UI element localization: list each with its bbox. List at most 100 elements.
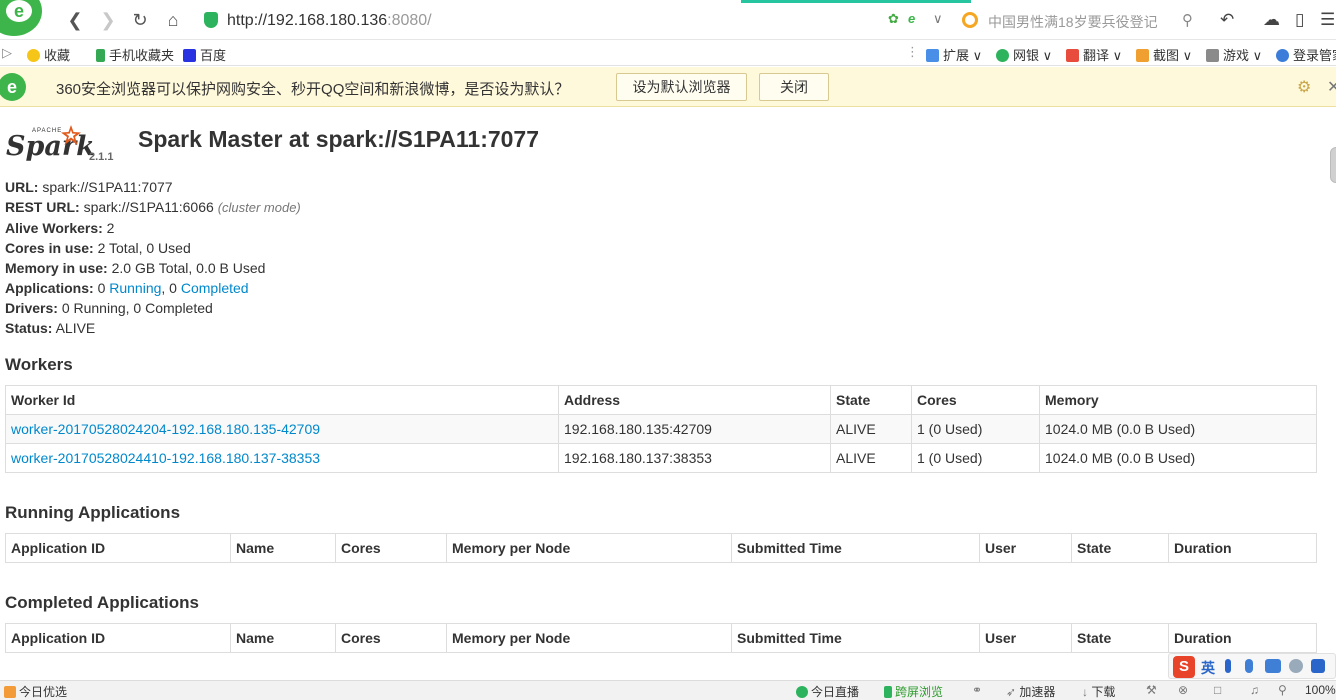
- col-application-id[interactable]: Application ID: [5, 533, 231, 563]
- status-accelerator[interactable]: ➶ 加速器: [1006, 683, 1055, 700]
- address-input[interactable]: http://192.168.180.136:8080/: [200, 8, 920, 34]
- spark-star-icon: [61, 125, 81, 145]
- status-download[interactable]: ↓ 下载: [1082, 683, 1115, 700]
- punctuation-icon[interactable]: [1225, 659, 1231, 673]
- running-apps-link[interactable]: Running: [109, 280, 161, 296]
- star-icon: [27, 49, 40, 62]
- ext-screenshot[interactable]: 截图 ∨: [1136, 45, 1192, 64]
- worker-id-link[interactable]: worker-20170528024410-192.168.180.137-38…: [11, 450, 320, 466]
- status-volume-icon[interactable]: ♫: [1250, 683, 1259, 697]
- sogou-ime-icon[interactable]: S: [1173, 656, 1195, 678]
- worker-memory: 1024.0 MB (0.0 B Used): [1039, 414, 1317, 444]
- worker-id-link[interactable]: worker-20170528024204-192.168.180.135-42…: [11, 421, 320, 437]
- status-history-icon[interactable]: ⚭: [972, 683, 982, 697]
- col-submitted-time[interactable]: Submitted Time: [731, 533, 980, 563]
- status-today-picks[interactable]: 今日优选: [4, 683, 67, 700]
- col-memory-per-node[interactable]: Memory per Node: [446, 533, 732, 563]
- col-submitted-time[interactable]: Submitted Time: [731, 623, 980, 653]
- page-scroll-handle[interactable]: [1330, 147, 1336, 183]
- col-cores[interactable]: Cores: [335, 533, 447, 563]
- worker-state: ALIVE: [830, 443, 912, 473]
- page-title: Spark Master at spark://S1PA11:7077: [138, 126, 540, 152]
- status-ie-icon[interactable]: ⊗: [1178, 683, 1188, 697]
- skin-icon[interactable]: [1311, 659, 1325, 673]
- worker-state: ALIVE: [830, 414, 912, 444]
- status-live[interactable]: 今日直播: [796, 683, 859, 700]
- notice-message: 360安全浏览器可以保护网购安全、秒开QQ空间和新浪微博，是否设为默认？: [56, 81, 570, 98]
- search-icon[interactable]: ⚲: [1182, 11, 1193, 29]
- status-cross-screen[interactable]: 跨屏浏览: [884, 683, 943, 700]
- col-state[interactable]: State: [830, 385, 912, 415]
- status-zoom-level[interactable]: 100%: [1305, 683, 1336, 697]
- table-row: worker-20170528024410-192.168.180.137-38…: [5, 443, 1317, 473]
- ext-login-manager[interactable]: 登录管家: [1276, 45, 1336, 64]
- keyboard-icon[interactable]: [1265, 659, 1281, 673]
- home-icon[interactable]: ⌂: [162, 9, 184, 31]
- col-name[interactable]: Name: [230, 533, 336, 563]
- col-name[interactable]: Name: [230, 623, 336, 653]
- search-box[interactable]: 中国男性满18岁要兵役登记 ⚲: [956, 8, 1204, 34]
- ime-toolbar[interactable]: S 英: [1168, 653, 1336, 679]
- col-worker-id[interactable]: Worker Id: [5, 385, 559, 415]
- col-duration[interactable]: Duration: [1168, 623, 1317, 653]
- col-duration[interactable]: Duration: [1168, 533, 1317, 563]
- url-row: URL: spark://S1PA11:7077: [5, 179, 173, 195]
- bookmarks-separator: ⋮: [906, 44, 919, 59]
- netbank-icon: [996, 49, 1009, 62]
- forward-icon[interactable]: ❯: [97, 9, 119, 31]
- dropdown-icon[interactable]: ∨: [933, 11, 943, 27]
- running-apps-title: Running Applications: [5, 503, 181, 522]
- translate-icon: [1066, 49, 1079, 62]
- ie-mode-icon[interactable]: e: [908, 11, 915, 26]
- gear-icon[interactable]: ⚙: [1297, 77, 1311, 97]
- col-state[interactable]: State: [1071, 533, 1169, 563]
- security-shield-icon: [204, 12, 218, 28]
- col-memory[interactable]: Memory: [1039, 385, 1317, 415]
- col-user[interactable]: User: [979, 533, 1072, 563]
- sync-icon[interactable]: ✿: [888, 11, 899, 27]
- undo-icon[interactable]: ↶: [1220, 10, 1234, 30]
- refresh-icon[interactable]: ↻: [129, 9, 151, 31]
- scissors-icon: [1136, 49, 1149, 62]
- ime-language[interactable]: 英: [1201, 658, 1215, 678]
- search-suggestion: 中国男性满18岁要兵役登记: [988, 14, 1158, 30]
- cloud-icon[interactable]: ☁: [1263, 10, 1280, 30]
- default-browser-notice: e 360安全浏览器可以保护网购安全、秒开QQ空间和新浪微博，是否设为默认？ 设…: [0, 67, 1336, 107]
- running-apps-header-row: Application ID Name Cores Memory per Nod…: [5, 533, 1317, 563]
- status-zoom-icon[interactable]: ⚲: [1278, 683, 1287, 697]
- col-application-id[interactable]: Application ID: [5, 623, 231, 653]
- bookmark-favorites[interactable]: 收藏: [27, 45, 70, 64]
- bookmark-mobile[interactable]: 手机收藏夹: [96, 45, 174, 64]
- ext-netbank[interactable]: 网银 ∨: [996, 45, 1052, 64]
- ext-games[interactable]: 游戏 ∨: [1206, 45, 1262, 64]
- worker-cores: 1 (0 Used): [911, 443, 1040, 473]
- back-icon[interactable]: ❮: [64, 9, 86, 31]
- col-address[interactable]: Address: [558, 385, 831, 415]
- col-user[interactable]: User: [979, 623, 1072, 653]
- microphone-icon[interactable]: [1245, 659, 1253, 673]
- browser-logo-icon[interactable]: e: [0, 0, 42, 36]
- status-tools-icon[interactable]: ⚒: [1146, 683, 1157, 697]
- url-text: http://192.168.180.136:8080/: [227, 12, 432, 29]
- gamepad-icon: [1206, 49, 1219, 62]
- user-icon[interactable]: [1289, 659, 1303, 673]
- memory-row: Memory in use: 2.0 GB Total, 0.0 B Used: [5, 260, 266, 276]
- completed-apps-table: Application ID Name Cores Memory per Nod…: [5, 623, 1317, 653]
- set-default-button[interactable]: 设为默认浏览器: [616, 73, 747, 101]
- sidebar-toggle-icon[interactable]: ▷: [2, 45, 12, 61]
- status-window-icon[interactable]: □: [1214, 683, 1221, 697]
- menu-icon[interactable]: ☰: [1320, 10, 1335, 30]
- notice-close-button[interactable]: 关闭: [759, 73, 829, 101]
- spark-logo[interactable]: APACHE Spark: [6, 117, 95, 167]
- bookmark-baidu[interactable]: 百度: [183, 45, 226, 64]
- close-icon[interactable]: ✕: [1327, 77, 1336, 97]
- phone-icon[interactable]: ▯: [1295, 10, 1304, 30]
- col-cores[interactable]: Cores: [335, 623, 447, 653]
- page-content: APACHE Spark 2.1.1 Spark Master at spark…: [0, 107, 1336, 675]
- ext-extensions[interactable]: 扩展 ∨: [926, 45, 982, 64]
- col-memory-per-node[interactable]: Memory per Node: [446, 623, 732, 653]
- completed-apps-link[interactable]: Completed: [181, 280, 249, 296]
- col-cores[interactable]: Cores: [911, 385, 1040, 415]
- col-state[interactable]: State: [1071, 623, 1169, 653]
- ext-translate[interactable]: 翻译 ∨: [1066, 45, 1122, 64]
